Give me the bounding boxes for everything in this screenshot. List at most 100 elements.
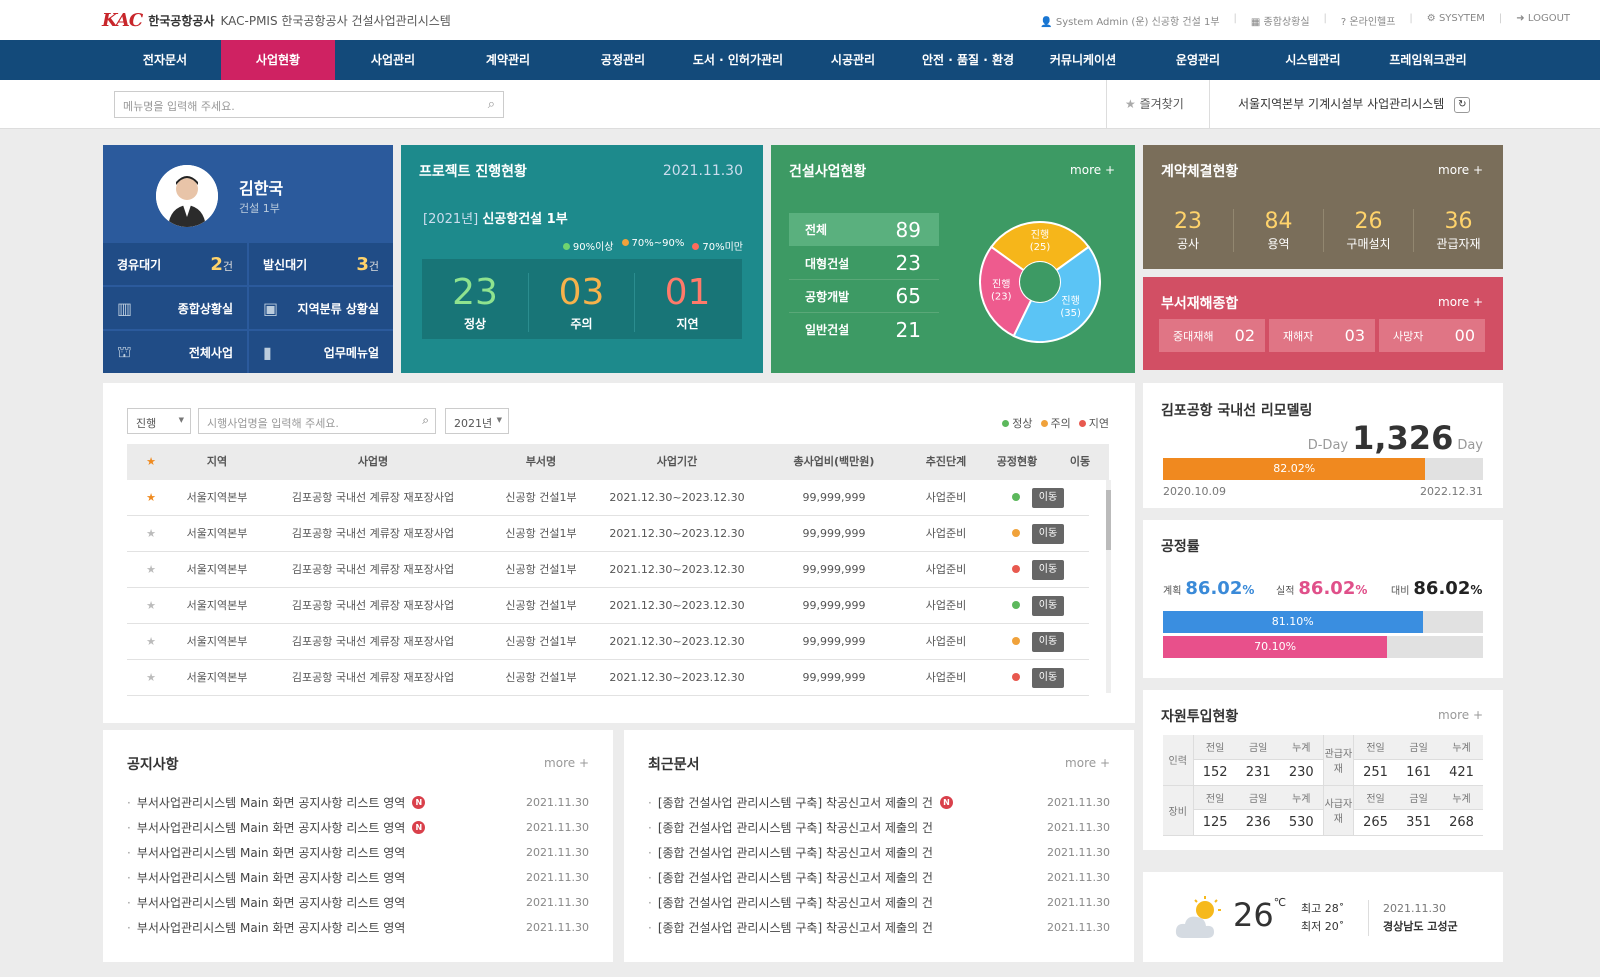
- gnb-item[interactable]: 시스템관리: [1256, 40, 1370, 80]
- list-item[interactable]: [종합 건설사업 관리시스템 구축] 착공신고서 제출의 건2021.11.30: [648, 840, 1110, 865]
- year-select[interactable]: 2021년 ▼: [445, 408, 509, 434]
- gnb-item[interactable]: 계약관리: [451, 40, 565, 80]
- gnb-item[interactable]: 프레임워크관리: [1371, 40, 1485, 80]
- list-item[interactable]: 부서사업관리시스템 Main 화면 공지사항 리스트 영역2021.11.30: [127, 915, 589, 940]
- list-item[interactable]: 부서사업관리시스템 Main 화면 공지사항 리스트 영역2021.11.30: [127, 890, 589, 915]
- situation-room-button[interactable]: ▥ 종합상황실: [103, 287, 247, 329]
- company-name: 한국공항공사: [148, 14, 215, 28]
- search-placeholder: 메뉴명을 입력해 주세요.: [123, 100, 235, 113]
- contract-item[interactable]: 84 용역: [1233, 209, 1323, 252]
- cell-cost: 99,999,999: [802, 527, 866, 540]
- table-scrollbar[interactable]: [1106, 480, 1111, 693]
- status-select[interactable]: 진행 ▼: [127, 408, 191, 434]
- move-button[interactable]: 이동: [1032, 560, 1064, 580]
- table-row[interactable]: ★ 서울지역본부 김포공항 국내선 계류장 재포장사업 신공항 건설1부 2021.12…: [127, 588, 1089, 624]
- card-title: 자원투입현황: [1161, 709, 1239, 725]
- table-row[interactable]: ★ 서울지역본부 김포공항 국내선 계류장 재포장사업 신공항 건설1부 2021.12…: [127, 516, 1089, 552]
- logout-link[interactable]: ➜ LOGOUT: [1516, 13, 1570, 28]
- gnb-item[interactable]: 사업현황: [221, 40, 335, 80]
- list-item[interactable]: [종합 건설사업 관리시스템 구축] 착공신고서 제출의 건2021.11.30: [648, 890, 1110, 915]
- table-row[interactable]: ★ 서울지역본부 김포공항 국내선 계류장 재포장사업 신공항 건설1부 2021.12…: [127, 660, 1089, 696]
- current-system[interactable]: 서울지역본부 기계시설부 사업관리시스템 ↻: [1209, 80, 1471, 129]
- situation-room-link[interactable]: ▦ 종합상황실: [1251, 13, 1310, 28]
- favorites-button[interactable]: ★ 즐겨찾기: [1106, 80, 1184, 129]
- construction-row[interactable]: 전체 89: [789, 213, 939, 246]
- favorite-star-icon[interactable]: ★: [127, 624, 175, 660]
- gnb-item[interactable]: 전자문서: [108, 40, 222, 80]
- delay-count[interactable]: 01 지연: [634, 273, 740, 332]
- gnb-item[interactable]: 커뮤니케이션: [1026, 40, 1140, 80]
- table-row[interactable]: ★ 서울지역본부 김포공항 국내선 계류장 재포장사업 신공항 건설1부 2021.12…: [127, 480, 1089, 516]
- search-icon[interactable]: ⌕: [422, 413, 429, 428]
- table-row[interactable]: ★ 서울지역본부 김포공항 국내선 계류장 재포장사업 신공항 건설1부 2021.12…: [127, 552, 1089, 588]
- list-item[interactable]: [종합 건설사업 관리시스템 구축] 착공신고서 제출의 건2021.11.30: [648, 865, 1110, 890]
- construction-row[interactable]: 공항개발 65: [789, 280, 939, 313]
- contract-item[interactable]: 36 관급자재: [1413, 209, 1503, 252]
- search-icon[interactable]: ⌕: [488, 97, 495, 112]
- refresh-icon[interactable]: ↻: [1454, 96, 1471, 113]
- gnb-item[interactable]: 사업관리: [336, 40, 450, 80]
- favorite-star-icon[interactable]: ★: [127, 660, 175, 696]
- gnb-item[interactable]: 시공관리: [796, 40, 910, 80]
- move-button[interactable]: 이동: [1032, 488, 1064, 508]
- list-item[interactable]: [종합 건설사업 관리시스템 구축] 착공신고서 제출의 건2021.11.30: [648, 915, 1110, 940]
- more-link[interactable]: more +: [1438, 708, 1483, 722]
- contract-item[interactable]: 23 공사: [1143, 209, 1233, 252]
- pending-send[interactable]: 발신대기 3건: [249, 243, 393, 285]
- list-item[interactable]: [종합 건설사업 관리시스템 구축] 착공신고서 제출의 건2021.11.30: [648, 815, 1110, 840]
- temperature-range: 최고 28˚ 최저 20˚: [1301, 902, 1345, 933]
- pending-approval[interactable]: 경유대기 2건: [103, 243, 247, 285]
- more-link[interactable]: more +: [1438, 295, 1483, 309]
- more-link[interactable]: more +: [1438, 163, 1483, 177]
- gnb-item[interactable]: 도서 · 인허가관리: [681, 40, 795, 80]
- list-item[interactable]: 부서사업관리시스템 Main 화면 공지사항 리스트 영역N2021.11.30: [127, 790, 589, 815]
- system-link[interactable]: ⚙ SYSYTEM: [1427, 13, 1485, 28]
- favorite-star-icon[interactable]: ★: [127, 552, 175, 588]
- global-nav: 전자문서 사업현황 사업관리 계약관리 공정관리 도서 · 인허가관리 시공관리 안전 · 품…: [0, 40, 1600, 80]
- disaster-item[interactable]: 사망자 00: [1379, 319, 1485, 352]
- online-help-link[interactable]: ? 온라인헬프: [1341, 13, 1396, 28]
- more-link[interactable]: more +: [1065, 756, 1110, 770]
- col-dept: 부서명: [525, 455, 557, 468]
- caution-count[interactable]: 03 주의: [528, 273, 634, 332]
- list-item[interactable]: 부서사업관리시스템 Main 화면 공지사항 리스트 영역2021.11.30: [127, 840, 589, 865]
- list-item[interactable]: 부서사업관리시스템 Main 화면 공지사항 리스트 영역N2021.11.30: [127, 815, 589, 840]
- gnb-item[interactable]: 운영관리: [1141, 40, 1255, 80]
- move-button[interactable]: 이동: [1032, 668, 1064, 688]
- move-button[interactable]: 이동: [1032, 524, 1064, 544]
- construction-row[interactable]: 일반건설 21: [789, 313, 939, 346]
- construction-row[interactable]: 대형건설 23: [789, 247, 939, 280]
- disaster-item[interactable]: 재해자 03: [1269, 319, 1375, 352]
- list-item[interactable]: 부서사업관리시스템 Main 화면 공지사항 리스트 영역2021.11.30: [127, 865, 589, 890]
- logo[interactable]: KAC 한국공항공사 KAC-PMIS 한국공항공사 건설사업관리시스템: [102, 10, 451, 31]
- normal-count[interactable]: 23 정상: [422, 273, 528, 332]
- user-dept: 건설 1부: [239, 202, 280, 215]
- actual-rate: 실적 86.02%: [1276, 578, 1368, 599]
- more-link[interactable]: more +: [544, 756, 589, 770]
- table-row[interactable]: ★ 서울지역본부 김포공항 국내선 계류장 재포장사업 신공항 건설1부 2021.12…: [127, 624, 1089, 660]
- favorite-star-icon[interactable]: ★: [127, 588, 175, 624]
- more-link[interactable]: more +: [1070, 163, 1115, 177]
- disaster-item[interactable]: 중대재해 02: [1159, 319, 1265, 352]
- move-button[interactable]: 이동: [1032, 632, 1064, 652]
- all-projects-button[interactable]: ⛫ 전체사업: [103, 331, 247, 373]
- menu-search-input[interactable]: 메뉴명을 입력해 주세요. ⌕: [114, 91, 504, 118]
- project-subtitle: [2021년] 신공항건설 1부: [423, 212, 568, 227]
- regional-room-button[interactable]: ▣ 지역분류 상황실: [249, 287, 393, 329]
- card-title: 공지사항: [127, 757, 179, 773]
- move-button[interactable]: 이동: [1032, 596, 1064, 616]
- manual-button[interactable]: ▮ 업무메뉴얼: [249, 331, 393, 373]
- notice-card: 공지사항 more + 부서사업관리시스템 Main 화면 공지사항 리스트 영…: [103, 730, 613, 962]
- table-header: ★ 지역 사업명 부서명 사업기간 총사업비(백만원) 추진단계 공정현황 이동: [127, 444, 1109, 480]
- gnb-item[interactable]: 안전 · 품질 · 환경: [911, 40, 1025, 80]
- list-item[interactable]: [종합 건설사업 관리시스템 구축] 착공신고서 제출의 건N2021.11.3…: [648, 790, 1110, 815]
- chevron-down-icon: ▼: [178, 416, 184, 424]
- favorite-star-icon[interactable]: ★: [127, 516, 175, 552]
- gnb-item[interactable]: 공정관리: [566, 40, 680, 80]
- cell-cost: 99,999,999: [802, 635, 866, 648]
- cell-name: 김포공항 국내선 계류장 재포장사업: [291, 635, 455, 648]
- favorite-star-icon[interactable]: ★: [127, 480, 175, 516]
- cell-period: 2021.12.30~2023.12.30: [609, 599, 745, 612]
- contract-item[interactable]: 26 구매설치: [1323, 209, 1413, 252]
- project-search-input[interactable]: 시행사업명을 입력해 주세요. ⌕: [198, 408, 436, 434]
